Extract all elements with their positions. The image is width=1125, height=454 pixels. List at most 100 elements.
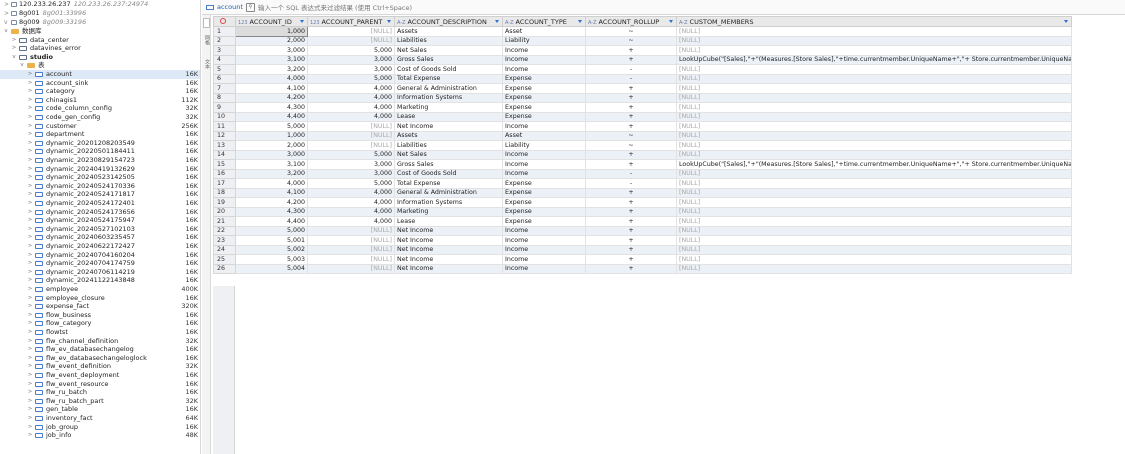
tree-node-dynamic-20240419132629[interactable]: > dynamic_20240419132629 16K	[0, 165, 200, 174]
column-header-account-id[interactable]: 123 ACCOUNT_ID	[235, 16, 308, 27]
cell-custom-members[interactable]: [NULL]	[676, 102, 1072, 113]
tree-node-dynamic-20240527102103[interactable]: > dynamic_20240527102103 16K	[0, 225, 200, 234]
row-number[interactable]: 1	[213, 26, 236, 37]
chevron-right-icon[interactable]: >	[27, 122, 33, 131]
cell-account-id[interactable]: 4,000	[235, 178, 308, 189]
cell-account-id[interactable]: 3,100	[235, 159, 308, 170]
cell-account-rollup[interactable]: -	[585, 168, 677, 179]
cell-account-rollup[interactable]: ~	[585, 140, 677, 151]
cell-account-id[interactable]: 4,400	[235, 111, 308, 122]
table-row[interactable]: 5 3,200 3,000 Cost of Goods Sold Income - [NUL…	[213, 64, 1072, 75]
column-header-account-parent[interactable]: 123 ACCOUNT_PARENT	[307, 16, 395, 27]
cell-account-parent[interactable]: [NULL]	[307, 26, 395, 37]
cell-account-parent[interactable]: 4,000	[307, 197, 395, 208]
cell-account-type[interactable]: Liability	[502, 140, 586, 151]
cell-account-description[interactable]: Assets	[394, 26, 503, 37]
cell-account-rollup[interactable]: +	[585, 121, 677, 132]
cell-custom-members[interactable]: [NULL]	[676, 235, 1072, 246]
cell-account-type[interactable]: Income	[502, 244, 586, 255]
row-number[interactable]: 26	[213, 263, 236, 274]
chevron-right-icon[interactable]: >	[27, 302, 33, 311]
table-row[interactable]: 13 2,000 [NULL] Liabilities Liability ~ [NULL]	[213, 140, 1072, 151]
tree-node-employee[interactable]: > employee 400K	[0, 285, 200, 294]
chevron-right-icon[interactable]: >	[27, 216, 33, 225]
tree-node-datavines-error[interactable]: > datavines_error	[0, 44, 200, 53]
row-number[interactable]: 14	[213, 149, 236, 160]
row-number[interactable]: 4	[213, 54, 236, 65]
chevron-right-icon[interactable]: >	[27, 414, 33, 423]
cell-account-description[interactable]: Net Income	[394, 225, 503, 236]
cell-account-description[interactable]: Net Income	[394, 244, 503, 255]
cell-account-id[interactable]: 5,000	[235, 121, 308, 132]
chevron-right-icon[interactable]: >	[27, 139, 33, 148]
table-row[interactable]: 18 4,100 4,000 General & Administration Expe…	[213, 187, 1072, 198]
cell-custom-members[interactable]: [NULL]	[676, 149, 1072, 160]
chevron-right-icon[interactable]: >	[27, 225, 33, 234]
cell-custom-members[interactable]: [NULL]	[676, 216, 1072, 227]
cell-account-parent[interactable]: 4,000	[307, 187, 395, 198]
cell-account-parent[interactable]: 3,000	[307, 54, 395, 65]
cell-custom-members[interactable]: [NULL]	[676, 83, 1072, 94]
chevron-right-icon[interactable]: >	[27, 362, 33, 371]
cell-account-description[interactable]: Marketing	[394, 102, 503, 113]
row-number[interactable]: 11	[213, 121, 236, 132]
cell-account-rollup[interactable]: +	[585, 111, 677, 122]
table-row[interactable]: 3 3,000 5,000 Net Sales Income + [NULL]	[213, 45, 1072, 56]
chevron-right-icon[interactable]: >	[27, 259, 33, 268]
cell-custom-members[interactable]: [NULL]	[676, 111, 1072, 122]
tree-node--[interactable]: v表	[0, 61, 200, 70]
cell-account-parent[interactable]: 4,000	[307, 92, 395, 103]
chevron-right-icon[interactable]: >	[11, 44, 17, 53]
cell-account-type[interactable]: Income	[502, 225, 586, 236]
tree-node-dynamic-20240524171817[interactable]: > dynamic_20240524171817 16K	[0, 190, 200, 199]
chevron-down-icon[interactable]: v	[19, 61, 25, 70]
chevron-right-icon[interactable]: >	[27, 104, 33, 113]
tree-node-flw-event-resource[interactable]: > flw_event_resource 16K	[0, 380, 200, 389]
chevron-right-icon[interactable]: >	[27, 70, 33, 79]
cell-account-description[interactable]: Marketing	[394, 206, 503, 217]
tree-node-dynamic-20240523142505[interactable]: > dynamic_20240523142505 16K	[0, 173, 200, 182]
tree-node-account[interactable]: > account 16K	[0, 70, 200, 79]
row-number[interactable]: 25	[213, 254, 236, 265]
cell-account-id[interactable]: 3,200	[235, 64, 308, 75]
cell-account-id[interactable]: 4,400	[235, 216, 308, 227]
cell-account-rollup[interactable]: ~	[585, 35, 677, 46]
cell-account-type[interactable]: Income	[502, 64, 586, 75]
sort-arrow-icon[interactable]	[578, 20, 582, 23]
cell-account-rollup[interactable]: +	[585, 225, 677, 236]
row-number[interactable]: 6	[213, 73, 236, 84]
tree-node-dynamic-20240524175947[interactable]: > dynamic_20240524175947 16K	[0, 216, 200, 225]
tree-node-customer[interactable]: > customer 256K	[0, 122, 200, 131]
tree-node-data-center[interactable]: > data_center	[0, 36, 200, 45]
cell-account-id[interactable]: 5,001	[235, 235, 308, 246]
table-row[interactable]: 16 3,200 3,000 Cost of Goods Sold Income - [NU…	[213, 168, 1072, 179]
chevron-right-icon[interactable]: >	[27, 371, 33, 380]
row-number[interactable]: 12	[213, 130, 236, 141]
cell-custom-members[interactable]: [NULL]	[676, 92, 1072, 103]
cell-account-rollup[interactable]: -	[585, 73, 677, 84]
cell-account-description[interactable]: Assets	[394, 130, 503, 141]
cell-account-id[interactable]: 5,002	[235, 244, 308, 255]
sort-arrow-icon[interactable]	[669, 20, 673, 23]
tree-node-flw-ev-databasechangelog[interactable]: > flw_ev_databasechangelog 16K	[0, 345, 200, 354]
cell-custom-members[interactable]: [NULL]	[676, 168, 1072, 179]
cell-account-id[interactable]: 5,004	[235, 263, 308, 274]
filter-input[interactable]	[258, 2, 1121, 13]
cell-custom-members[interactable]: [NULL]	[676, 187, 1072, 198]
cell-account-id[interactable]: 2,000	[235, 140, 308, 151]
cell-account-description[interactable]: Total Expense	[394, 73, 503, 84]
cell-account-description[interactable]: Liabilities	[394, 35, 503, 46]
chevron-right-icon[interactable]: >	[27, 319, 33, 328]
connection-item[interactable]: v 8g009 8g009:33196	[0, 18, 200, 27]
filter-icon[interactable]: ⚲	[246, 3, 255, 12]
tree-node-dynamic-20240704174759[interactable]: > dynamic_20240704174759 16K	[0, 259, 200, 268]
tree-node-studio[interactable]: v studio	[0, 53, 200, 62]
cell-account-type[interactable]: Liability	[502, 35, 586, 46]
table-row[interactable]: 17 4,000 5,000 Total Expense Expense - [NULL]	[213, 178, 1072, 189]
cell-account-id[interactable]: 3,200	[235, 168, 308, 179]
row-number[interactable]: 24	[213, 244, 236, 255]
expand-toggle-icon[interactable]: >	[4, 9, 9, 18]
cell-account-description[interactable]: General & Administration	[394, 83, 503, 94]
chevron-right-icon[interactable]: >	[27, 147, 33, 156]
cell-account-description[interactable]: Total Expense	[394, 178, 503, 189]
